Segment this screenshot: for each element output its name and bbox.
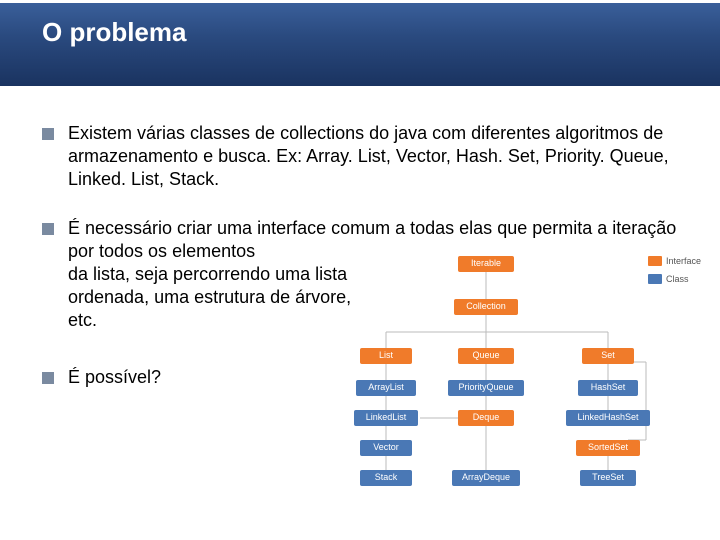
legend-class-label: Class: [666, 274, 689, 284]
legend-class: Class: [648, 274, 689, 284]
node-collection: Collection: [454, 299, 518, 315]
bullet-marker-icon: [42, 372, 54, 384]
bullet-marker-icon: [42, 223, 54, 235]
collections-diagram: Interface Class Iterable Collection List…: [346, 254, 706, 520]
node-linkedlist: LinkedList: [354, 410, 418, 426]
legend-interface-label: Interface: [666, 256, 701, 266]
legend-interface: Interface: [648, 256, 701, 266]
slide-title: O problema: [42, 17, 720, 48]
node-queue: Queue: [458, 348, 514, 364]
node-priorityqueue: PriorityQueue: [448, 380, 524, 396]
node-treeset: TreeSet: [580, 470, 636, 486]
bullet-1: Existem várias classes de collections do…: [42, 122, 686, 191]
node-vector: Vector: [360, 440, 412, 456]
node-linkedhashset: LinkedHashSet: [566, 410, 650, 426]
node-hashset: HashSet: [578, 380, 638, 396]
node-list: List: [360, 348, 412, 364]
node-deque: Deque: [458, 410, 514, 426]
bullet-3-text: É possível?: [68, 366, 161, 389]
node-arraylist: ArrayList: [356, 380, 416, 396]
node-stack: Stack: [360, 470, 412, 486]
node-sortedset: SortedSet: [576, 440, 640, 456]
legend-class-swatch: [648, 274, 662, 284]
legend-interface-swatch: [648, 256, 662, 266]
node-iterable: Iterable: [458, 256, 514, 272]
bullet-marker-icon: [42, 128, 54, 140]
bullet-2-rest: da lista, seja percorrendo uma lista ord…: [68, 264, 351, 330]
node-set: Set: [582, 348, 634, 364]
bullet-1-text: Existem várias classes de collections do…: [68, 122, 686, 191]
node-arraydeque: ArrayDeque: [452, 470, 520, 486]
slide-header: O problema: [0, 0, 720, 86]
